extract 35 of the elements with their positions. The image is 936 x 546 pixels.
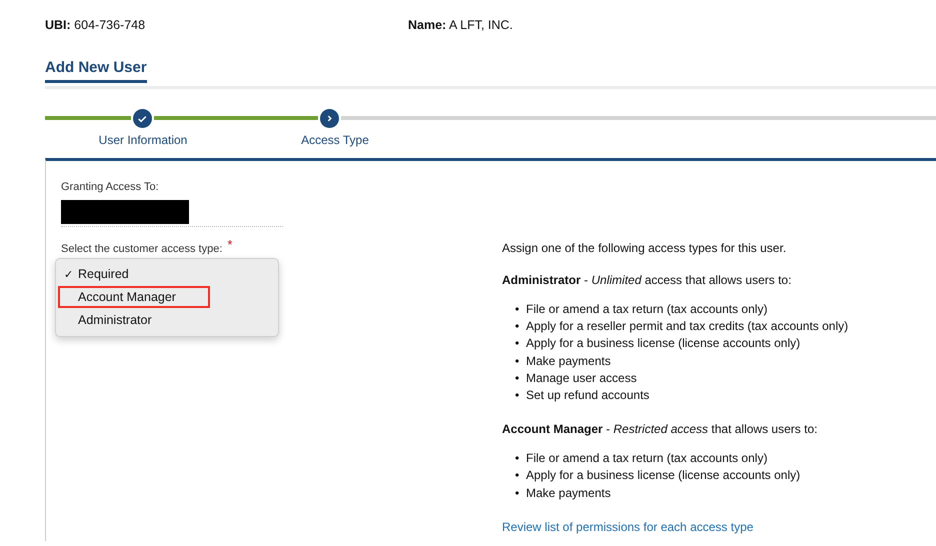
permission-item: Apply for a business license (license accounts only) <box>526 335 800 352</box>
step-label: Access Type <box>301 133 369 147</box>
required-mark: * <box>227 237 232 254</box>
permission-item: Make payments <box>526 484 611 502</box>
dropdown-option[interactable]: Account Manager <box>58 286 210 308</box>
permission-item: Apply for a business license (license accounts only) <box>526 467 800 484</box>
permission-item: File or amend a tax return (tax accounts only) <box>526 301 768 318</box>
field-label: Granting Access To: <box>61 181 159 193</box>
intro-text: Assign one of the following access types for this user. <box>502 241 788 255</box>
bullet-mark: • <box>515 450 520 468</box>
field-label: Select the customer access type: <box>61 243 222 255</box>
dropdown-option[interactable]: ✓ Required <box>58 263 272 285</box>
bullet-mark: • <box>515 318 520 336</box>
check-icon <box>133 108 152 128</box>
page-tab[interactable]: Add New User <box>45 59 147 83</box>
company-name-text: Name: A LFT, INC. <box>408 18 513 34</box>
bullet-mark: • <box>515 467 520 484</box>
section-heading: Administrator - Unlimited access that allows users to: <box>502 273 792 287</box>
ubi-text: UBI: 604-736-748 <box>45 18 146 34</box>
bullet-mark: • <box>515 484 520 502</box>
bullet-mark: • <box>515 370 520 387</box>
chevron-icon <box>320 108 339 128</box>
permission-item: Manage user access <box>526 370 637 387</box>
permission-item: Make payments <box>526 352 611 370</box>
permissions-link[interactable]: Review list of permissions for each access type <box>502 520 754 534</box>
step-label: User Information <box>98 133 188 147</box>
permission-item: File or amend a tax return (tax accounts only) <box>526 450 768 468</box>
permission-item: Apply for a reseller permit and tax credits (tax accounts only) <box>526 318 848 336</box>
bullet-mark: • <box>515 387 520 404</box>
section-heading: Account Manager - Restricted access that allows users to: <box>502 422 818 436</box>
permission-item: Set up refund accounts <box>526 387 650 404</box>
bullet-mark: • <box>515 301 520 318</box>
bullet-mark: • <box>515 335 520 352</box>
bullet-mark: • <box>515 352 520 370</box>
dropdown-option[interactable]: Administrator <box>58 309 272 331</box>
